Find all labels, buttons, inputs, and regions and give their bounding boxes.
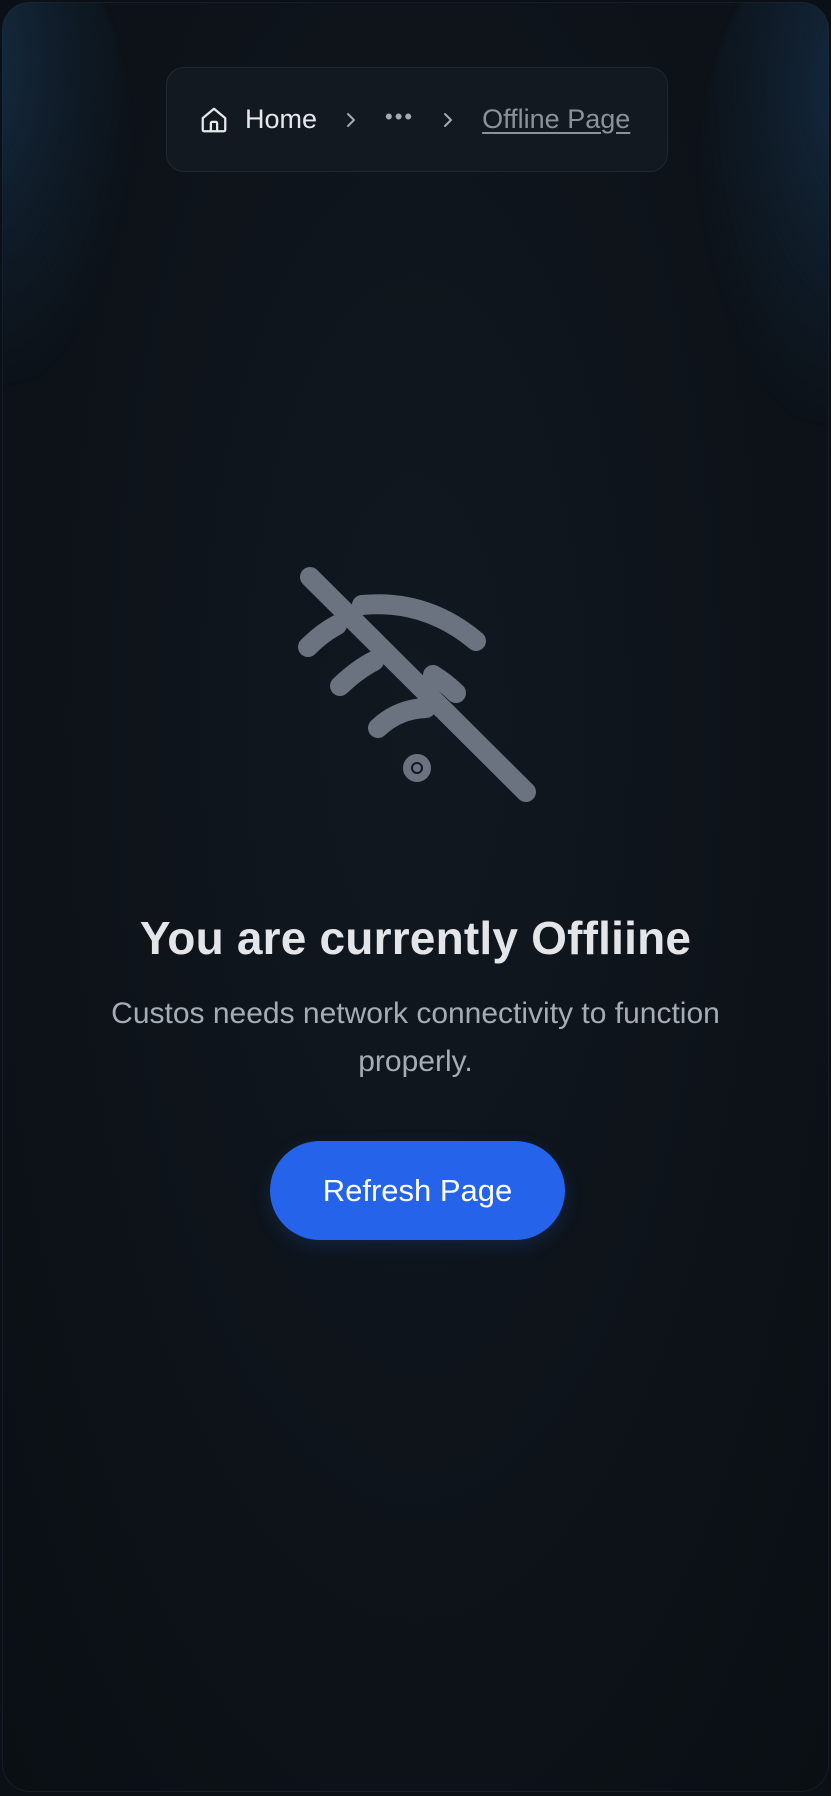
refresh-page-button[interactable]: Refresh Page xyxy=(270,1141,565,1240)
chevron-right-icon xyxy=(439,111,457,129)
breadcrumb: Home ••• Offline Page xyxy=(166,67,668,172)
offline-title: You are currently Offliine xyxy=(139,911,692,964)
breadcrumb-ellipsis[interactable]: ••• xyxy=(385,105,414,128)
breadcrumb-home-label: Home xyxy=(245,104,318,134)
background-glow-right xyxy=(699,2,829,422)
offline-subtitle: Custos needs network connectivity to fun… xyxy=(111,997,720,1078)
home-icon xyxy=(199,105,229,135)
app-frame: Home ••• Offline Page You are currently … xyxy=(2,2,829,1792)
chevron-right-icon xyxy=(342,111,360,129)
wifi-off-icon xyxy=(296,565,538,805)
breadcrumb-home-link[interactable]: Home xyxy=(199,104,317,135)
breadcrumb-current-page[interactable]: Offline Page xyxy=(482,104,630,135)
background-glow-left xyxy=(2,2,132,382)
